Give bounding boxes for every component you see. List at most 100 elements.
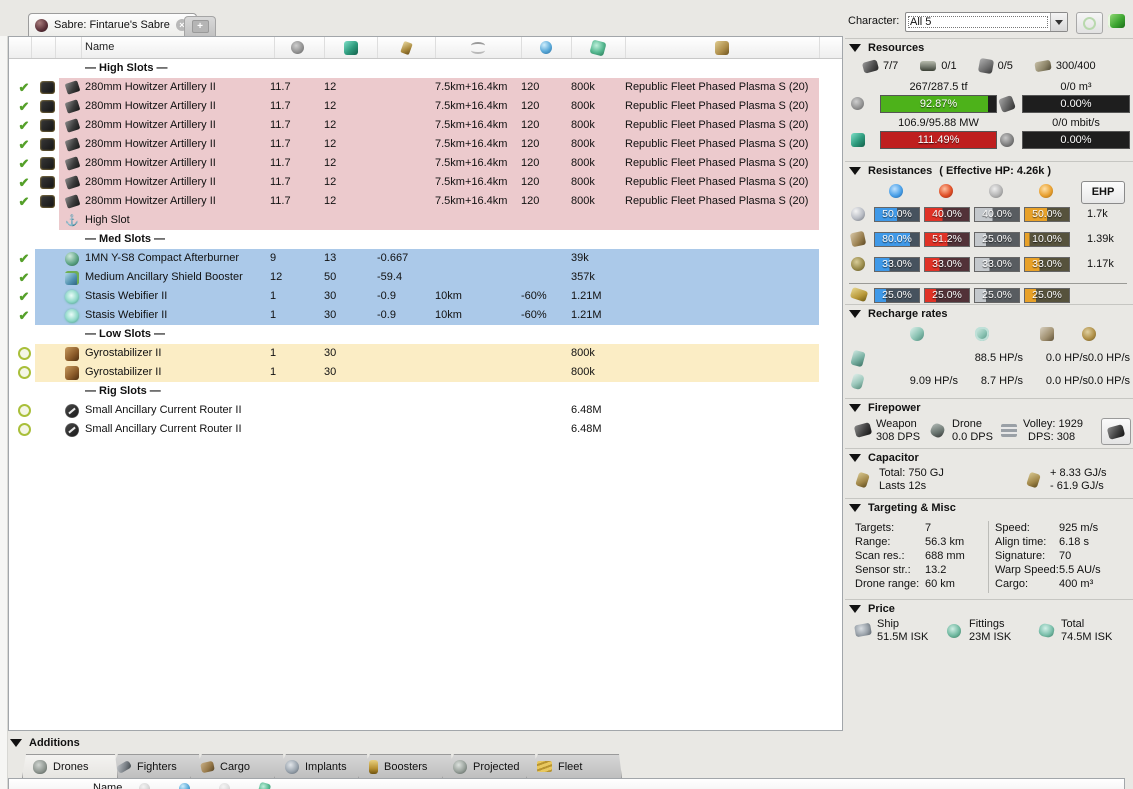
fit-tab[interactable]: Sabre: Fintarue's Sabre × xyxy=(28,13,197,36)
additions-header[interactable]: Additions xyxy=(10,737,80,749)
powergrid-bar: 111.49% xyxy=(880,131,997,149)
capacitor-rate-icon xyxy=(1026,471,1041,489)
charge-slot xyxy=(35,154,59,173)
sustained-icon xyxy=(850,372,865,391)
fitting-row[interactable]: 280mm Howitzer Artillery II 11.7 12 7.5km+1… xyxy=(9,135,842,154)
charge-name xyxy=(625,306,819,325)
module-state-toggle[interactable] xyxy=(13,116,35,135)
cpu-usage-label: 267/287.5 tf xyxy=(909,81,968,93)
fitting-row[interactable]: 280mm Howitzer Artillery II 11.7 12 7.5km+1… xyxy=(9,192,842,211)
fitting-row[interactable]: High Slot xyxy=(9,211,842,230)
hull-res-icon xyxy=(851,257,865,271)
module-state-toggle[interactable] xyxy=(13,249,35,268)
module-state-toggle[interactable] xyxy=(13,363,35,382)
fitting-row[interactable]: 280mm Howitzer Artillery II 11.7 12 7.5km+1… xyxy=(9,154,842,173)
additions-tab-projected[interactable]: Projected xyxy=(442,754,538,778)
resist-bar: 25.0% xyxy=(974,288,1020,303)
module-state-toggle[interactable] xyxy=(13,268,35,287)
fitting-row[interactable]: 280mm Howitzer Artillery II 11.7 12 7.5km+1… xyxy=(9,173,842,192)
additions-tab-fleet[interactable]: Fleet xyxy=(526,754,622,778)
charge-slot xyxy=(35,78,59,97)
turret-hardpoint-icon xyxy=(861,58,880,74)
powergrid-value: 13 xyxy=(324,252,337,264)
fitting-row[interactable]: Small Ancillary Current Router II 6.48M xyxy=(9,401,842,420)
additions-tab-boosters[interactable]: Boosters xyxy=(358,754,454,778)
collapse-icon[interactable] xyxy=(849,605,861,613)
resist-bar: 25.0% xyxy=(1024,288,1070,303)
price-value: 800k xyxy=(571,176,595,188)
module-state-toggle[interactable] xyxy=(13,78,35,97)
module-state-toggle[interactable] xyxy=(13,344,35,363)
column-header-blank xyxy=(55,37,82,58)
fitting-row[interactable]: 280mm Howitzer Artillery II 11.7 12 7.5km+1… xyxy=(9,78,842,97)
fit-tab-title: Sabre: Fintarue's Sabre xyxy=(54,19,170,31)
module-state-toggle[interactable] xyxy=(13,401,35,420)
slot-section-title: — Med Slots — xyxy=(85,233,166,245)
module-state-toggle[interactable] xyxy=(13,192,35,211)
character-editor-button[interactable] xyxy=(1108,14,1125,28)
collapse-icon[interactable] xyxy=(849,44,861,52)
cpu-value xyxy=(270,401,324,420)
collapse-icon[interactable] xyxy=(849,504,861,512)
additions-tab-drones[interactable]: Drones xyxy=(22,754,118,778)
module-icon xyxy=(59,154,85,173)
ehp-button[interactable]: EHP xyxy=(1081,181,1125,204)
charge-name: Republic Fleet Phased Plasma S (20) xyxy=(625,81,809,93)
refresh-button[interactable] xyxy=(1076,12,1103,34)
window-left-edge xyxy=(0,36,8,789)
capacitor-value xyxy=(377,192,435,211)
price-value: 800k xyxy=(571,100,595,112)
module-icon xyxy=(59,249,85,268)
damage-pattern-icon xyxy=(849,286,869,302)
module-state-toggle[interactable] xyxy=(13,287,35,306)
character-dropdown[interactable]: All 5 xyxy=(905,12,1068,32)
collapse-icon[interactable] xyxy=(849,310,861,318)
active-state-icon xyxy=(17,119,31,133)
fitting-row[interactable]: Stasis Webifier II 1 30 -0.9 10km -60% 1.21M xyxy=(9,287,842,306)
price-label: Fittings xyxy=(969,618,1005,630)
misc-value: 120 xyxy=(521,195,540,207)
drone-label: Drone xyxy=(952,418,982,430)
stat-label: Scan res.: xyxy=(855,550,905,562)
fitting-row[interactable]: Stasis Webifier II 1 30 -0.9 10km -60% 1.21M xyxy=(9,306,842,325)
resistances-title: Resistances xyxy=(868,165,933,177)
graph-button[interactable] xyxy=(1101,418,1131,445)
module-state-toggle[interactable] xyxy=(13,154,35,173)
module-state-toggle[interactable] xyxy=(13,97,35,116)
collapse-icon[interactable] xyxy=(849,454,861,462)
shield-boost-icon xyxy=(910,327,924,341)
fitting-row[interactable]: 1MN Y-S8 Compact Afterburner 9 13 -0.667 39k xyxy=(9,249,842,268)
boosters-icon xyxy=(369,760,378,774)
new-tab-button[interactable]: + xyxy=(184,16,216,36)
fitting-row[interactable]: 280mm Howitzer Artillery II 11.7 12 7.5km+1… xyxy=(9,116,842,135)
shield-boost-icon xyxy=(910,327,924,341)
powergrid-value: 12 xyxy=(324,195,337,207)
module-state-toggle[interactable] xyxy=(13,211,35,230)
resource-slot: 300/400 xyxy=(1034,59,1096,73)
collapse-icon[interactable] xyxy=(849,167,861,175)
module-state-toggle[interactable] xyxy=(13,173,35,192)
fitting-row[interactable]: Gyrostabilizer II 1 30 800k xyxy=(9,344,842,363)
additions-tab-cargo[interactable]: Cargo xyxy=(190,754,286,778)
dropdown-arrow[interactable] xyxy=(1050,13,1067,31)
module-state-toggle[interactable] xyxy=(13,420,35,439)
fleet-icon xyxy=(537,761,552,772)
drone-dps-value: 0.0 DPS xyxy=(952,431,993,443)
fitting-row[interactable]: Medium Ancillary Shield Booster 12 50 -59.4… xyxy=(9,268,842,287)
charge-slot xyxy=(35,192,59,211)
fitting-row[interactable]: Small Ancillary Current Router II 6.48M xyxy=(9,420,842,439)
misc-value: -60% xyxy=(521,290,547,302)
fitting-row[interactable]: Gyrostabilizer II 1 30 800k xyxy=(9,363,842,382)
column-header-ammo xyxy=(625,37,820,58)
additions-tab-fighters[interactable]: Fighters xyxy=(106,754,202,778)
fitting-row[interactable]: 280mm Howitzer Artillery II 11.7 12 7.5km+1… xyxy=(9,97,842,116)
additions-tab-implants[interactable]: Implants xyxy=(274,754,370,778)
active-state-icon xyxy=(17,100,31,114)
stat-label: Sensor str.: xyxy=(855,564,911,576)
price-value: 800k xyxy=(571,81,595,93)
armor-res-icon xyxy=(849,230,867,248)
collapse-icon[interactable] xyxy=(849,404,861,412)
module-state-toggle[interactable] xyxy=(13,135,35,154)
module-state-toggle[interactable] xyxy=(13,306,35,325)
collapse-icon[interactable] xyxy=(10,739,22,747)
